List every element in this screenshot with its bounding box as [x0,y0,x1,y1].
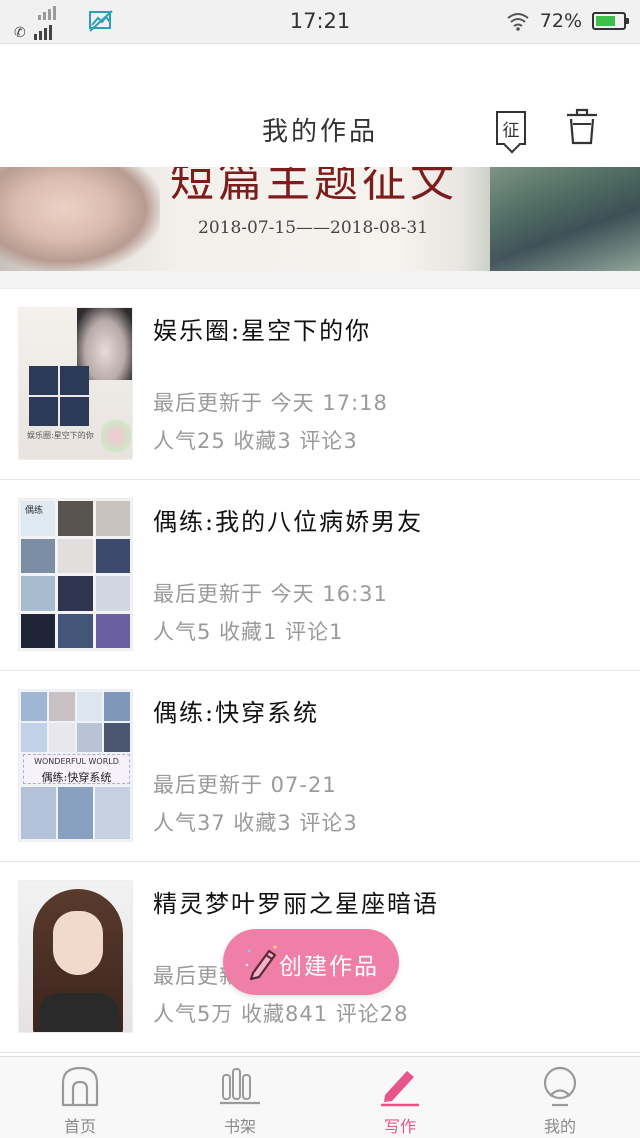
work-cover [18,880,133,1033]
banner-title: 短篇主题征文 [170,167,458,207]
work-item[interactable]: WONDERFUL WORLD 偶练:快穿系统 偶练:快穿系统 最后更新于 07… [0,671,640,862]
work-cover: WONDERFUL WORLD 偶练:快穿系统 [18,689,133,842]
cover-caption: 娱乐圈:星空下的你 [27,431,94,440]
status-right: 72% [506,10,629,32]
battery-icon [592,12,629,30]
tab-bookshelf[interactable]: 书架 [160,1057,320,1138]
tab-home[interactable]: 首页 [0,1057,160,1138]
bottom-tab-bar: 首页 书架 写作 我的 [0,1056,640,1138]
work-title: 偶练:我的八位病娇男友 [153,508,424,536]
contest-button-label: 征 [502,120,520,141]
banner-dates: 2018-07-15——2018-08-31 [198,218,429,238]
tab-write[interactable]: 写作 [320,1057,480,1138]
profile-icon [543,1066,577,1107]
work-updated: 最后更新于 07-21 [153,773,337,797]
work-cover: 偶练 [18,498,133,651]
trash-icon[interactable] [565,107,599,145]
contest-button[interactable]: 征 [496,111,526,145]
work-stats: 人气5万 收藏841 评论28 [153,1002,409,1026]
work-title: 精灵梦叶罗丽之星座暗语 [153,890,439,918]
contest-banner[interactable]: 短篇主题征文 2018-07-15——2018-08-31 [0,167,640,271]
work-stats: 人气37 收藏3 评论3 [153,811,358,835]
tab-label: 我的 [543,1117,576,1136]
work-updated: 最后更新于 今天 17:18 [153,391,388,415]
work-stats: 人气5 收藏1 评论1 [153,620,344,644]
banner-art-right [490,167,640,271]
tab-profile[interactable]: 我的 [480,1057,640,1138]
work-stats: 人气25 收藏3 评论3 [153,429,358,453]
pen-icon [245,945,277,981]
cover-caption: 偶练 [25,506,44,516]
cover-caption-top: WONDERFUL WORLD [34,757,119,766]
wifi-icon [507,13,529,31]
tab-label: 首页 [63,1117,96,1136]
page-title: 我的作品 [261,117,378,147]
work-updated: 最后更新于 今天 16:31 [153,582,388,606]
cover-caption: 偶练:快穿系统 [41,771,112,784]
divider [0,271,640,289]
battery-percent: 72% [539,10,582,32]
work-cover: 娱乐圈:星空下的你 [18,307,133,460]
status-bar: ✆ 17:21 72% [0,0,640,44]
home-icon [61,1066,99,1107]
work-item[interactable]: 娱乐圈:星空下的你 娱乐圈:星空下的你 最后更新于 今天 17:18 人气25 … [0,289,640,480]
tab-label: 书架 [223,1117,256,1136]
tab-label: 写作 [383,1117,416,1136]
banner-art-left [0,167,160,271]
work-item[interactable]: 偶练 偶练:我的八位病娇男友 最后更新于 今天 16:31 人气5 收藏1 评论… [0,480,640,671]
page-header: 我的作品 征 [0,45,640,167]
work-title: 娱乐圈:星空下的你 [153,317,372,345]
bookshelf-icon [220,1068,260,1105]
create-work-button[interactable]: 创建作品 [223,929,399,995]
work-title: 偶练:快穿系统 [153,699,320,727]
pen-icon [381,1071,419,1107]
create-work-label: 创建作品 [279,954,379,980]
